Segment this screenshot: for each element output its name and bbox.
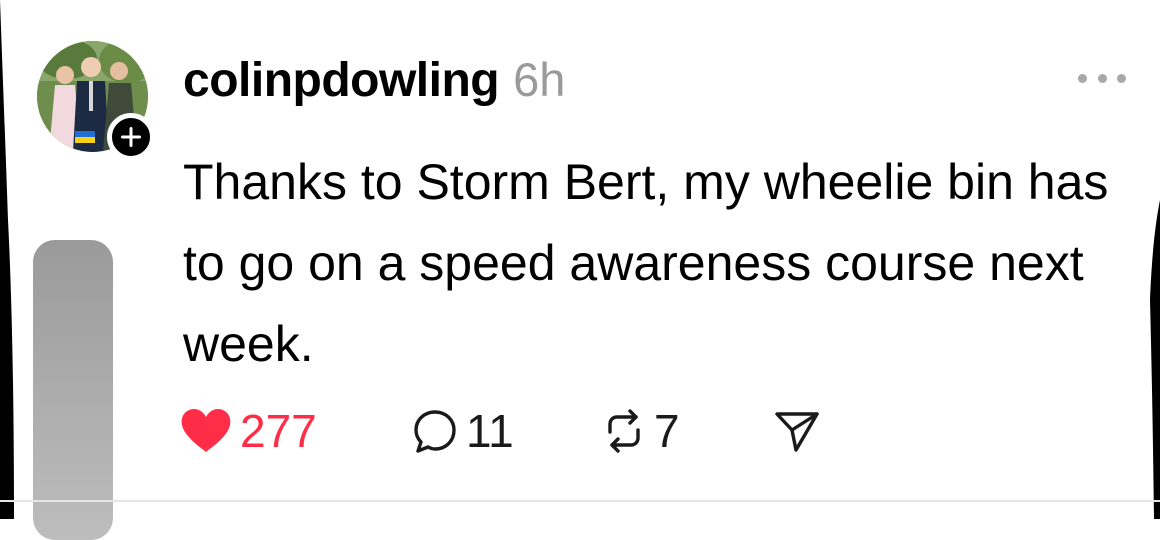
send-icon [775, 412, 819, 452]
like-button[interactable]: 277 [180, 400, 317, 462]
author-avatar[interactable] [37, 41, 155, 161]
post-divider [0, 500, 1160, 502]
more-dot [1097, 73, 1107, 83]
speech-bubble-icon [414, 410, 456, 453]
reply-button[interactable]: 11 [412, 400, 514, 462]
share-button[interactable] [774, 400, 820, 462]
follow-badge[interactable] [107, 113, 155, 161]
repost-count: 7 [654, 405, 680, 457]
plus-icon [121, 127, 141, 147]
post-header: colinpdowling 6h [183, 52, 565, 114]
repost-arrows-icon [608, 409, 640, 453]
action-bar: 277 11 7 [180, 400, 880, 462]
author-username[interactable]: colinpdowling [183, 53, 500, 108]
heart-icon [181, 409, 231, 452]
like-count: 277 [240, 405, 317, 457]
repost-button[interactable]: 7 [602, 400, 680, 462]
screen-edge-right [1150, 0, 1160, 519]
more-dot [1117, 73, 1126, 83]
thread-line [33, 240, 113, 540]
reply-count: 11 [466, 405, 514, 457]
post-timestamp: 6h [513, 53, 566, 106]
more-options-button[interactable] [1078, 66, 1126, 90]
more-dots-icon [1078, 73, 1087, 83]
screen-edge-left [0, 0, 16, 519]
post-text: Thanks to Storm Bert, my wheelie bin has… [183, 154, 1109, 372]
